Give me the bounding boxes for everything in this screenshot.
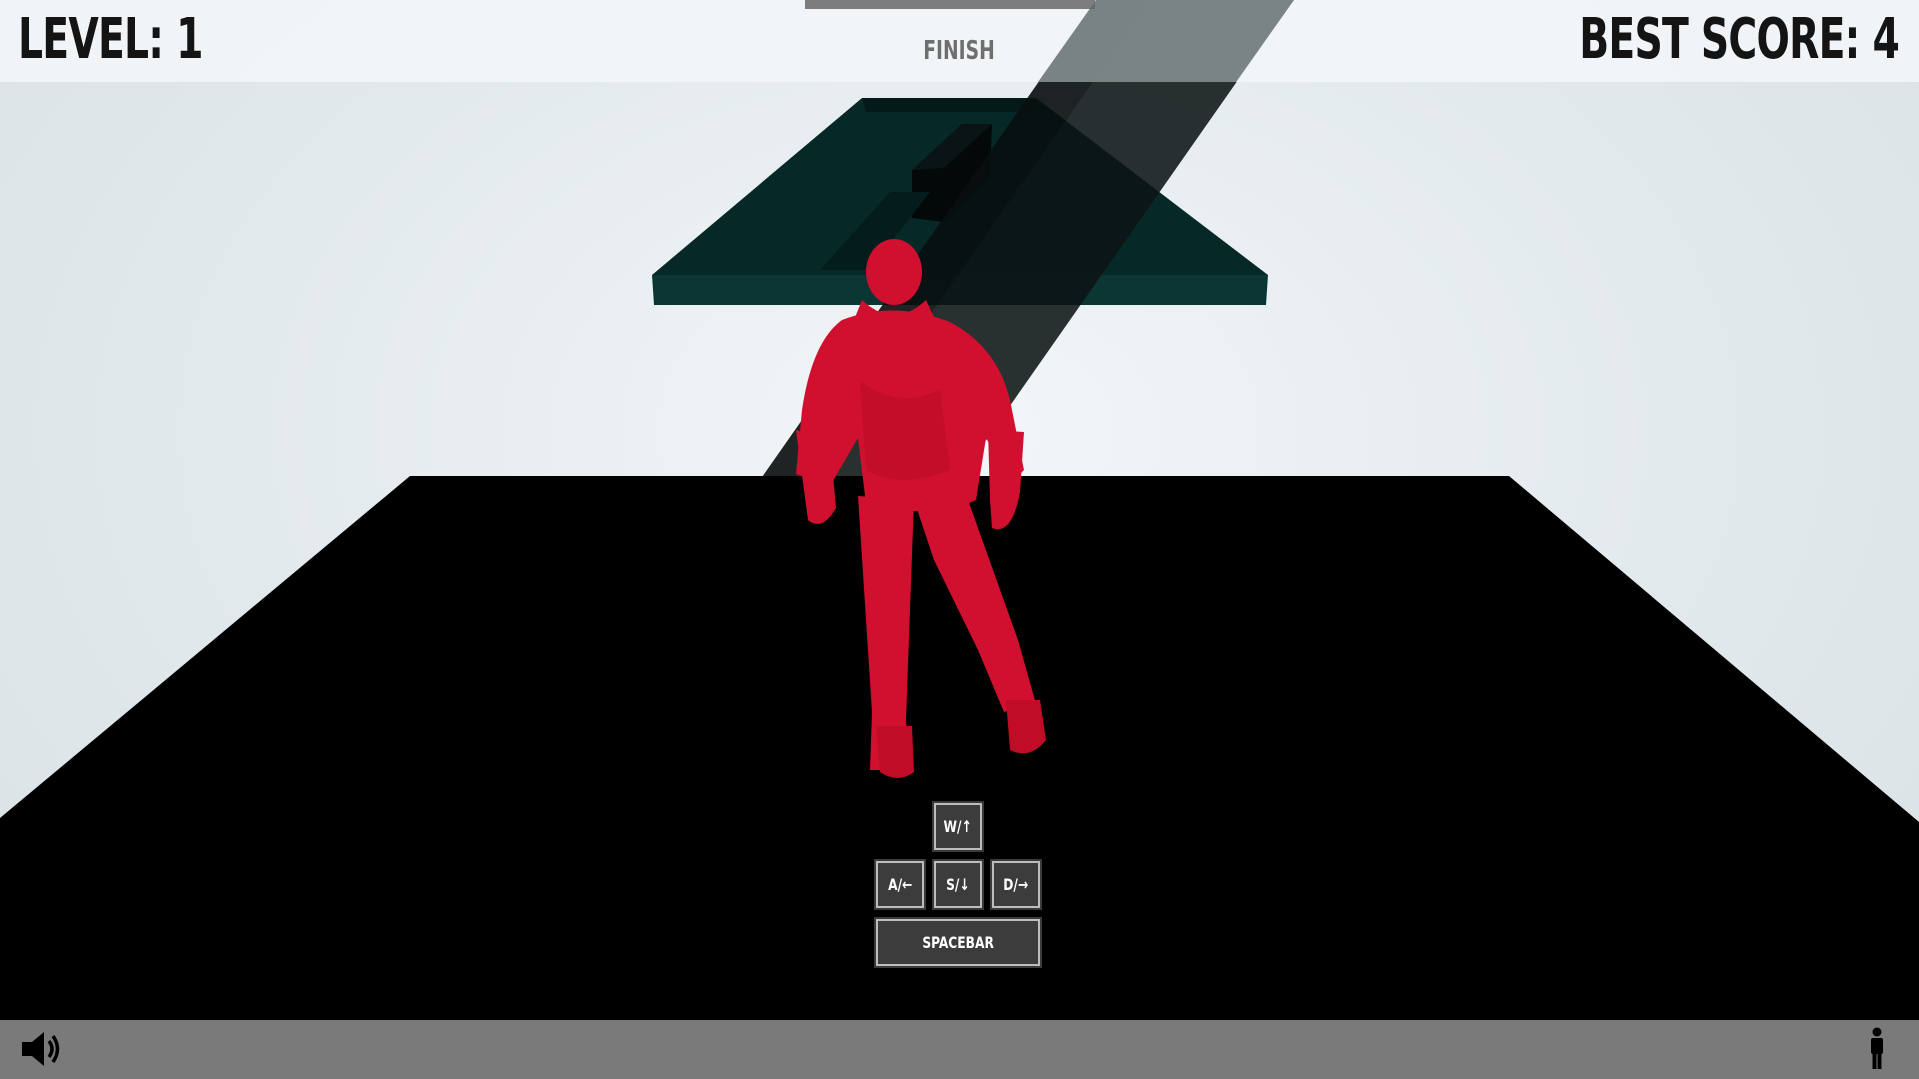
level-indicator: LEVEL: 1 (18, 7, 203, 72)
key-down-label: S/↓ (946, 875, 970, 894)
key-left[interactable]: A/← (874, 859, 926, 910)
key-spacebar-label: SPACEBAR (922, 933, 994, 952)
best-score-indicator: BEST SCORE: 4 (1579, 7, 1900, 72)
finish-label: FINISH (923, 36, 995, 66)
key-right[interactable]: D/→ (990, 859, 1042, 910)
key-up-label: W/↑ (943, 817, 973, 836)
bottom-bar (0, 1020, 1919, 1079)
key-down[interactable]: S/↓ (932, 859, 984, 910)
key-spacebar[interactable]: SPACEBAR (874, 917, 1042, 968)
finish-marker-bar (805, 0, 1095, 9)
key-left-label: A/← (887, 875, 913, 894)
person-icon[interactable] (1866, 1027, 1888, 1071)
speaker-icon[interactable] (20, 1027, 64, 1071)
game-scene (0, 0, 1919, 1020)
key-up[interactable]: W/↑ (932, 801, 984, 852)
key-right-label: D/→ (1003, 875, 1029, 894)
